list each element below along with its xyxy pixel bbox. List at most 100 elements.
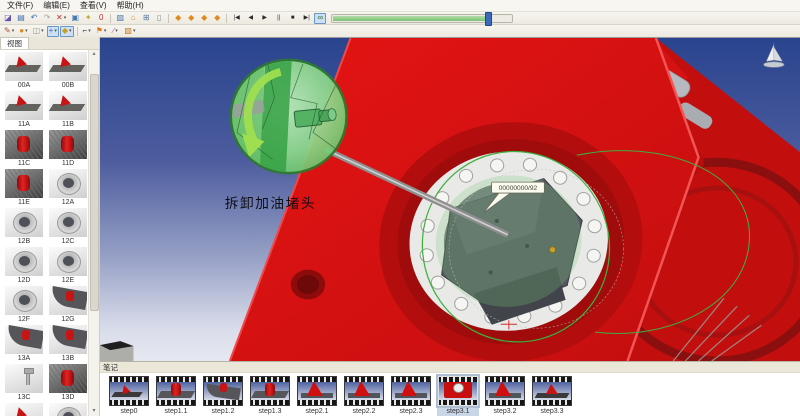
undo-icon[interactable]: ↶ xyxy=(28,13,40,24)
go-end-button[interactable]: ▶| xyxy=(300,13,313,24)
step-thumbnail-image[interactable] xyxy=(297,376,337,406)
view-thumbnail-image[interactable] xyxy=(5,130,43,159)
viewport-canvas[interactable]: 00000000/92 xyxy=(100,38,800,361)
custom-view-1-icon[interactable]: ◆ xyxy=(172,13,184,24)
view-thumbnail-image[interactable] xyxy=(5,286,43,315)
views-scrollbar[interactable]: ▴ ▾ xyxy=(88,50,99,416)
view-thumbnail-12F[interactable]: 12F xyxy=(5,286,43,324)
custom-view-2-icon[interactable]: ◆ xyxy=(185,13,197,24)
scroll-up-icon[interactable]: ▴ xyxy=(89,50,99,59)
snapshot-icon[interactable]: ▣ xyxy=(69,13,81,24)
scrollbar-thumb[interactable] xyxy=(90,74,99,311)
orbit-tool-icon[interactable]: ●▾ xyxy=(17,26,29,37)
dropdown-caret-icon[interactable]: ▾ xyxy=(115,29,118,34)
view-thumbnail[interactable] xyxy=(5,403,43,416)
view-thumbnail-image[interactable] xyxy=(49,169,87,198)
view-thumbnail-13B[interactable]: 13B xyxy=(49,325,87,363)
dropdown-caret-icon[interactable]: ▾ xyxy=(64,16,67,21)
tab-notes[interactable]: 笔记 xyxy=(103,362,118,373)
step-thumbnail-image[interactable] xyxy=(109,376,149,406)
custom-view-3-icon[interactable]: ◆ xyxy=(198,13,210,24)
view-thumbnail-00B[interactable]: 00B xyxy=(49,52,87,90)
view-thumbnail-12G[interactable]: 12G xyxy=(49,286,87,324)
view-thumbnail-13A[interactable]: 13A xyxy=(5,325,43,363)
step-thumbnail-step1.3[interactable]: step1.3 xyxy=(249,376,291,416)
home-view-icon[interactable]: ⌂ xyxy=(127,13,139,24)
view-thumbnail-12B[interactable]: 12B xyxy=(5,208,43,246)
polyline-tool-icon[interactable]: ⌐▾ xyxy=(81,26,93,37)
view-thumbnail-image[interactable] xyxy=(49,208,87,237)
step-thumbnail-step3.3[interactable]: step3.3 xyxy=(531,376,573,416)
animation-slider[interactable] xyxy=(331,14,513,23)
step-thumbnail-step3.1[interactable]: step3.1 xyxy=(437,376,479,416)
scroll-down-icon[interactable]: ▾ xyxy=(89,407,99,416)
view-thumbnail-image[interactable] xyxy=(49,130,87,159)
view-thumbnail-image[interactable] xyxy=(49,52,87,81)
view-thumbnail-image[interactable] xyxy=(49,403,87,416)
view-thumbnail-image[interactable] xyxy=(49,91,87,120)
view-thumbnail-11C[interactable]: 11C xyxy=(5,130,43,168)
view-thumbnail-image[interactable] xyxy=(5,325,43,354)
flag-tool-icon[interactable]: ⚑▾ xyxy=(94,26,109,37)
view-thumbnail-image[interactable] xyxy=(49,286,87,315)
view-thumbnail-12E[interactable]: 12E xyxy=(49,247,87,285)
view-thumbnail-12D[interactable]: 12D xyxy=(5,247,43,285)
play-button[interactable]: ▶ xyxy=(258,13,271,24)
menu-item-0[interactable]: 文件(F) xyxy=(2,0,38,11)
view-thumbnail-image[interactable] xyxy=(5,364,43,393)
step-thumbnail-step2.2[interactable]: step2.2 xyxy=(343,376,385,416)
dropdown-caret-icon[interactable]: ▾ xyxy=(69,29,72,34)
view-thumbnail[interactable] xyxy=(49,403,87,416)
step-thumbnail-image[interactable] xyxy=(485,376,525,406)
zero-icon[interactable]: 0 xyxy=(95,13,107,24)
view-thumbnail-11D[interactable]: 11D xyxy=(49,130,87,168)
step-thumbnail-image[interactable] xyxy=(203,376,243,406)
menu-item-2[interactable]: 查看(V) xyxy=(75,0,112,11)
view-thumbnail-image[interactable] xyxy=(5,208,43,237)
dropdown-caret-icon[interactable]: ▾ xyxy=(133,29,136,34)
menu-item-3[interactable]: 帮助(H) xyxy=(112,0,149,11)
tab-views[interactable]: 视图 xyxy=(0,37,29,49)
dropdown-caret-icon[interactable]: ▾ xyxy=(25,29,28,34)
paint-tool-icon[interactable]: ◆▾ xyxy=(60,26,74,37)
view-thumbnail-image[interactable] xyxy=(5,247,43,276)
dropdown-caret-icon[interactable]: ▾ xyxy=(41,29,44,34)
view-thumbnail-image[interactable] xyxy=(49,325,87,354)
step-thumbnail-image[interactable] xyxy=(344,376,384,406)
menu-item-1[interactable]: 编辑(E) xyxy=(38,0,75,11)
step-thumbnail-image[interactable] xyxy=(438,376,478,406)
view-thumbnail-13D[interactable]: 13D xyxy=(49,364,87,402)
dropdown-caret-icon[interactable]: ▾ xyxy=(54,29,57,34)
view-thumbnail-12C[interactable]: 12C xyxy=(49,208,87,246)
dropdown-caret-icon[interactable]: ▾ xyxy=(12,29,15,34)
photo-icon[interactable]: ▨ xyxy=(114,13,126,24)
grid-icon[interactable]: ⊞ xyxy=(140,13,152,24)
view-thumbnail-image[interactable] xyxy=(5,52,43,81)
view-thumbnail-11E[interactable]: 11E xyxy=(5,169,43,207)
custom-view-4-icon[interactable]: ◆ xyxy=(211,13,223,24)
redo-icon[interactable]: ↷ xyxy=(41,13,53,24)
open-icon[interactable]: ◪ xyxy=(2,13,14,24)
view-thumbnail-00A[interactable]: 00A xyxy=(5,52,43,90)
viewport-3d[interactable]: 00000000/92 xyxy=(100,37,800,361)
view-thumbnail-image[interactable] xyxy=(49,364,87,393)
step-thumbnail-image[interactable] xyxy=(532,376,572,406)
view-thumbnail-image[interactable] xyxy=(5,403,43,416)
page-icon[interactable]: ▯ xyxy=(153,13,165,24)
import-icon[interactable]: ▤ xyxy=(15,13,27,24)
pan-tool-icon[interactable]: ◫▾ xyxy=(31,26,46,37)
key-icon[interactable]: ✦ xyxy=(82,13,94,24)
view-thumbnail-13C[interactable]: 13C xyxy=(5,364,43,402)
view-thumbnail-image[interactable] xyxy=(5,169,43,198)
view-thumbnail-12A[interactable]: 12A xyxy=(49,169,87,207)
step-thumbnail-step2.3[interactable]: step2.3 xyxy=(390,376,432,416)
step-thumbnail-step1.1[interactable]: step1.1 xyxy=(155,376,197,416)
measure-tool-icon[interactable]: ∕▾ xyxy=(109,26,121,37)
dropdown-caret-icon[interactable]: ▾ xyxy=(104,29,107,34)
stop-button[interactable]: ■ xyxy=(286,13,299,24)
annotation-text[interactable]: 拆卸加油堵头 xyxy=(225,196,316,211)
move-tool-icon[interactable]: +▾ xyxy=(47,26,59,37)
pause-button[interactable]: || xyxy=(272,13,285,24)
stamp-tool-icon[interactable]: ▧▾ xyxy=(122,26,137,37)
dropdown-caret-icon[interactable]: ▾ xyxy=(88,29,91,34)
